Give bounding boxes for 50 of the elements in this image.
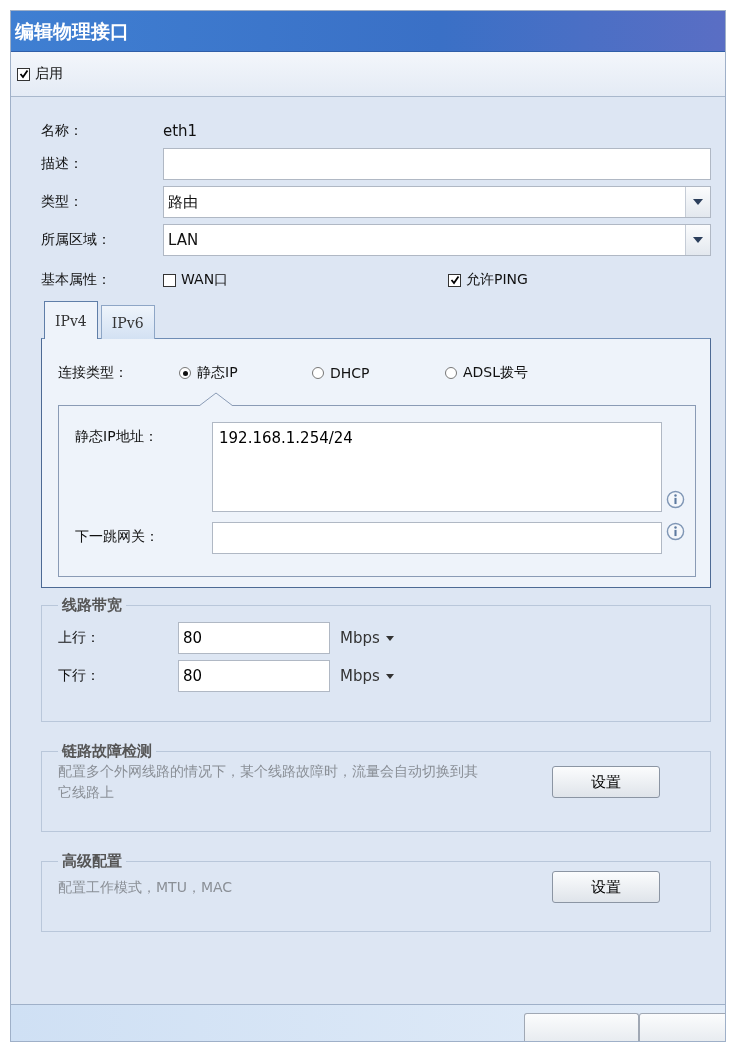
checkbox-label: WAN口	[181, 271, 229, 289]
field-label: 静态IP地址：	[75, 427, 159, 446]
radio-label: 静态IP	[197, 364, 238, 382]
field-label: 连接类型：	[58, 364, 129, 382]
settings-button[interactable]: 设置	[552, 766, 660, 798]
checkbox[interactable]	[163, 273, 176, 287]
window-title: 编辑物理接口	[11, 11, 725, 52]
caret-icon	[693, 199, 703, 205]
description: 配置多个外网线路的情况下，某个线路故障时，流量会自动切换到其它线路上	[58, 762, 479, 802]
checkbox-label: 允许PING	[466, 271, 528, 289]
radio-label: ADSL拨号	[463, 364, 529, 382]
description: 配置工作模式，MTU，MAC	[58, 877, 234, 897]
radio-button[interactable]	[312, 367, 324, 379]
group-title: 线路带宽	[61, 596, 123, 615]
radio-button[interactable]	[445, 367, 457, 379]
radio-label: DHCP	[330, 365, 370, 381]
field-label: 所属区域：	[41, 231, 112, 249]
field-label: 名称：	[41, 122, 84, 140]
input-field[interactable]	[163, 148, 711, 180]
checkbox[interactable]	[17, 67, 30, 81]
field-label: 基本属性：	[41, 271, 112, 289]
radio-button[interactable]	[179, 367, 191, 379]
input-field[interactable]: 80	[178, 660, 330, 692]
group-title: 链路故障检测	[60, 742, 153, 761]
field-label: 描述：	[41, 155, 84, 173]
field-label: 类型：	[41, 193, 84, 211]
dropdown[interactable]: 路由	[163, 186, 711, 218]
caret-icon	[385, 673, 394, 679]
settings-button[interactable]: 设置	[552, 871, 660, 903]
caret-icon	[385, 635, 394, 641]
unit-dropdown[interactable]: Mbps	[330, 667, 394, 685]
dropdown[interactable]: LAN	[163, 224, 711, 256]
field-label: 下一跳网关：	[75, 527, 160, 546]
caret-icon	[693, 237, 703, 243]
footer-button[interactable]	[639, 1013, 725, 1041]
name-value: eth1	[163, 122, 198, 140]
input-field[interactable]	[212, 522, 662, 554]
group-title: 高级配置	[61, 852, 123, 871]
tab[interactable]: IPv4	[44, 301, 98, 339]
field-label: 上行：	[58, 629, 101, 647]
input-field[interactable]: 80	[178, 622, 330, 654]
tab[interactable]: IPv6	[100, 305, 155, 339]
info-icon[interactable]	[666, 522, 685, 541]
field-label: 下行：	[58, 667, 101, 685]
text-area[interactable]: 192.168.1.254/24	[212, 422, 662, 512]
info-icon[interactable]	[666, 490, 685, 509]
checkbox[interactable]	[448, 273, 461, 287]
unit-dropdown[interactable]: Mbps	[330, 629, 394, 647]
footer-button[interactable]	[524, 1013, 639, 1041]
enable-label: 启用	[35, 65, 63, 83]
